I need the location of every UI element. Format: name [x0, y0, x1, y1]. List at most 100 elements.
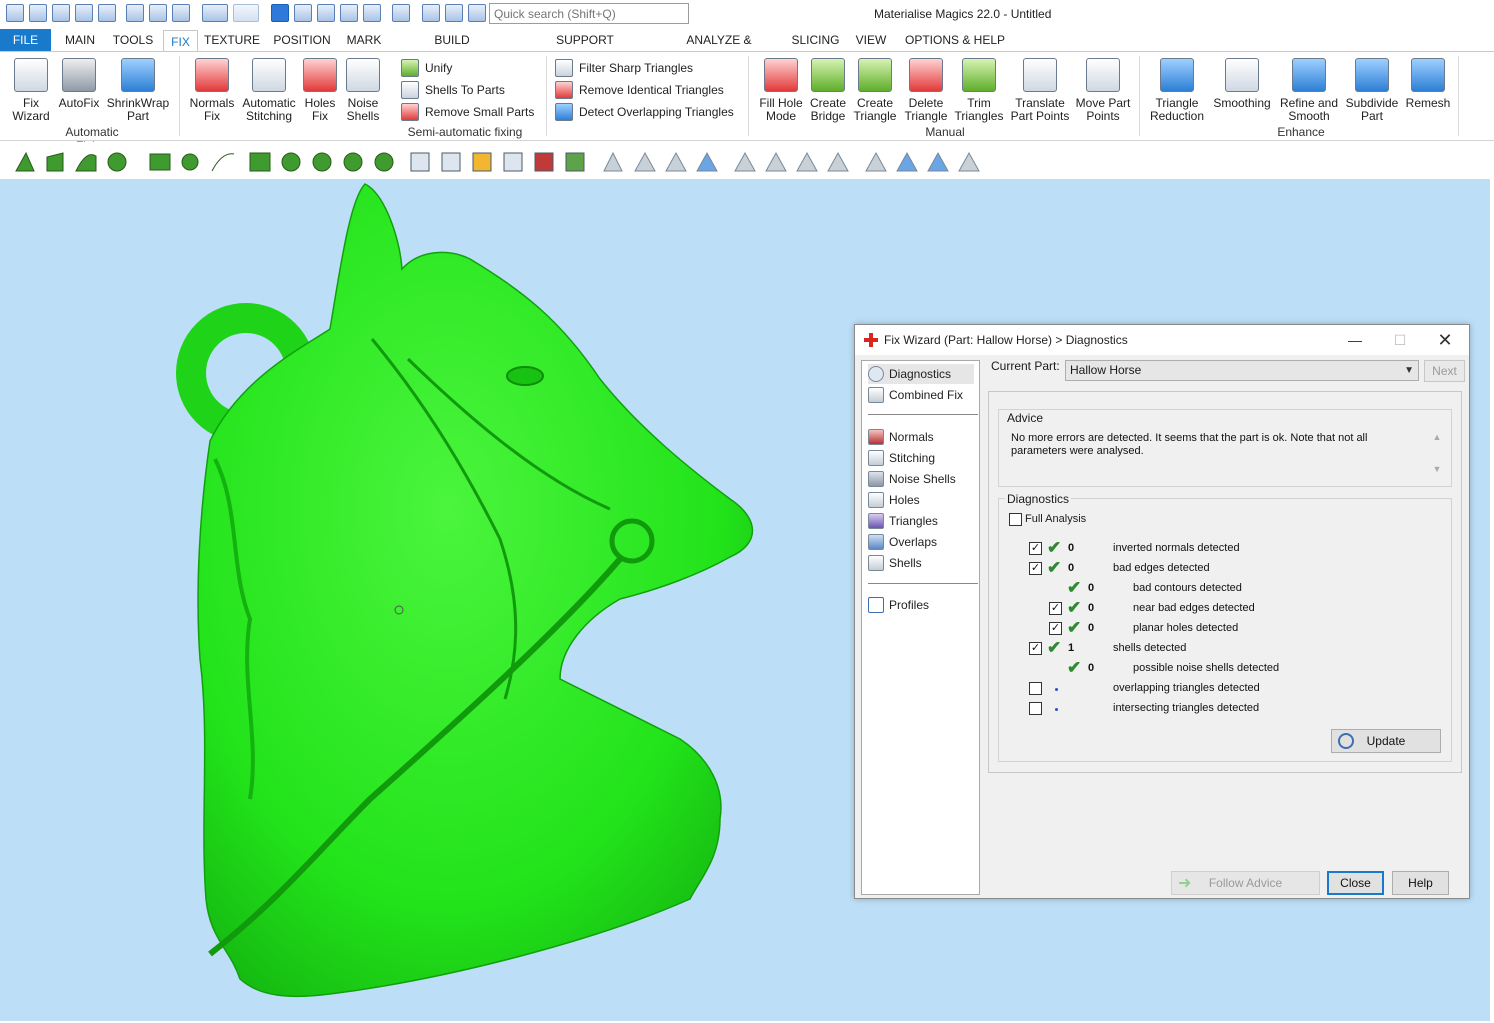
mark-plane-icon[interactable] [46, 152, 64, 172]
mark-contour-icon[interactable] [181, 153, 199, 171]
tab-texture[interactable]: TEXTURE [203, 29, 261, 51]
automatic-stitching-button[interactable]: Automatic Stitching [240, 58, 298, 123]
tab-position[interactable]: POSITION [270, 29, 334, 51]
filter-sharp-triangles-button[interactable]: Filter Sharp Triangles [555, 59, 693, 77]
holes-fix-button[interactable]: Holes Fix [300, 58, 340, 123]
shrinkwrap-part-button[interactable]: ShrinkWrap Part [104, 58, 172, 123]
save-as-icon[interactable] [98, 4, 116, 22]
nav-diagnostics[interactable]: Diagnostics [868, 364, 974, 384]
zoom-select-icon[interactable] [294, 4, 312, 22]
remesh-button[interactable]: Remesh [1404, 58, 1452, 110]
detect-overlapping-triangles-button[interactable]: Detect Overlapping Triangles [555, 103, 734, 121]
shells-checkbox[interactable]: ✓ [1029, 642, 1042, 655]
mark-surface-icon[interactable] [75, 154, 97, 172]
help-button[interactable]: Help [1392, 871, 1449, 895]
mark-curve-icon[interactable] [211, 153, 235, 172]
normals-fix-button[interactable]: Normals Fix [187, 58, 237, 123]
unmark-triangle-icon[interactable] [603, 151, 623, 172]
app-menu-icon[interactable] [6, 4, 24, 22]
tab-slicing[interactable]: SLICING [788, 29, 843, 51]
remove-small-parts-button[interactable]: Remove Small Parts [401, 103, 534, 121]
scroll-up-icon[interactable]: ▲ [1432, 432, 1442, 442]
close-button[interactable]: Close [1327, 871, 1384, 895]
cube-front-icon[interactable] [441, 152, 461, 172]
inverted-normals-checkbox[interactable]: ✓ [1029, 542, 1042, 555]
new-file-icon[interactable] [29, 4, 47, 22]
create-triangle-button[interactable]: Create Triangle [852, 58, 898, 123]
show-marked-icon[interactable] [896, 151, 918, 172]
part-list-icon[interactable] [445, 4, 463, 22]
import-part-icon[interactable] [126, 4, 144, 22]
mark-sphere-icon[interactable] [281, 152, 301, 172]
shells-to-parts-button[interactable]: Shells To Parts [401, 81, 505, 99]
noise-shells-button[interactable]: Noise Shells [343, 58, 383, 123]
scroll-down-icon[interactable]: ▼ [1432, 464, 1442, 474]
unmark-all-icon[interactable] [958, 151, 980, 172]
delete-triangle-button[interactable]: Delete Triangle [902, 58, 950, 123]
nav-triangles[interactable]: Triangles [868, 511, 974, 531]
follow-advice-button[interactable]: ➜ Follow Advice [1171, 871, 1320, 895]
tab-fix[interactable]: FIX [163, 30, 198, 52]
save-icon[interactable] [75, 4, 93, 22]
unzoom-icon[interactable] [363, 4, 381, 22]
nav-holes[interactable]: Holes [868, 490, 974, 510]
unmark-shell-icon[interactable] [696, 151, 718, 172]
mark-window-icon[interactable] [249, 152, 271, 172]
smoothing-button[interactable]: Smoothing [1211, 58, 1273, 110]
translate-part-points-button[interactable]: Translate Part Points [1010, 58, 1070, 123]
near-bad-edges-checkbox[interactable]: ✓ [1049, 602, 1062, 615]
fill-hole-mode-button[interactable]: Fill Hole Mode [757, 58, 805, 123]
select-all-icon[interactable] [317, 4, 335, 22]
zoom-icon[interactable] [340, 4, 358, 22]
overlapping-triangles-checkbox[interactable] [1029, 682, 1042, 695]
settings-gear-icon[interactable] [392, 4, 410, 22]
tab-support-generation[interactable]: SUPPORT GENERATION [519, 29, 651, 69]
trim-triangles-button[interactable]: Trim Triangles [954, 58, 1004, 123]
mark-triangle-icon[interactable] [15, 151, 35, 172]
quick-search-input[interactable] [489, 3, 689, 24]
tab-analyze-report[interactable]: ANALYZE & REPORT [662, 29, 776, 69]
nav-stitching[interactable]: Stitching [868, 448, 974, 468]
remove-identical-triangles-button[interactable]: Remove Identical Triangles [555, 81, 724, 99]
expand-marked-icon[interactable] [796, 151, 818, 172]
mark-star-icon[interactable] [312, 152, 332, 172]
invert-marked-icon[interactable] [765, 151, 787, 172]
create-bridge-button[interactable]: Create Bridge [808, 58, 848, 123]
mark-box-icon[interactable] [149, 153, 171, 171]
nav-normals[interactable]: Normals [868, 427, 974, 447]
grid-icon[interactable] [422, 4, 440, 22]
move-part-points-button[interactable]: Move Part Points [1074, 58, 1132, 123]
cube-wire-icon[interactable] [503, 152, 523, 172]
undo-icon[interactable] [202, 4, 228, 22]
tab-build-preparation[interactable]: BUILD PREPARATION [394, 29, 510, 69]
redo-icon[interactable] [233, 4, 259, 22]
tab-mark[interactable]: MARK [343, 29, 385, 51]
subdivide-part-button[interactable]: Subdivide Part [1344, 58, 1400, 123]
triangle-reduction-button[interactable]: Triangle Reduction [1147, 58, 1207, 123]
select-part-icon[interactable] [271, 4, 289, 22]
box-view-icon[interactable] [468, 4, 486, 22]
minimize-button[interactable]: — [1345, 330, 1365, 350]
refine-and-smooth-button[interactable]: Refine and Smooth [1278, 58, 1340, 123]
hide-marked-icon[interactable] [865, 151, 887, 172]
next-button[interactable]: Next [1424, 360, 1465, 382]
planar-holes-checkbox[interactable]: ✓ [1049, 622, 1062, 635]
nav-noise-shells[interactable]: Noise Shells [868, 469, 974, 489]
open-file-icon[interactable] [52, 4, 70, 22]
tab-main[interactable]: MAIN [58, 29, 102, 51]
maximize-button[interactable]: ☐ [1390, 330, 1410, 350]
unify-button[interactable]: Unify [401, 59, 452, 77]
mark-noise-icon[interactable] [374, 152, 394, 172]
bad-edges-checkbox[interactable]: ✓ [1029, 562, 1042, 575]
tab-options-help[interactable]: OPTIONS & HELP [904, 29, 1006, 51]
nav-combined-fix[interactable]: Combined Fix [868, 385, 974, 405]
nav-shells[interactable]: Shells [868, 553, 974, 573]
visibility-icon[interactable] [927, 151, 949, 172]
cube-view-icon[interactable] [410, 152, 430, 172]
cube-green-icon[interactable] [565, 152, 585, 172]
cube-orange-icon[interactable] [472, 152, 492, 172]
save-part-icon[interactable] [149, 4, 167, 22]
unmark-plane-icon[interactable] [634, 151, 656, 172]
mark-wheel-icon[interactable] [343, 152, 363, 172]
autofix-button[interactable]: AutoFix [56, 58, 102, 110]
